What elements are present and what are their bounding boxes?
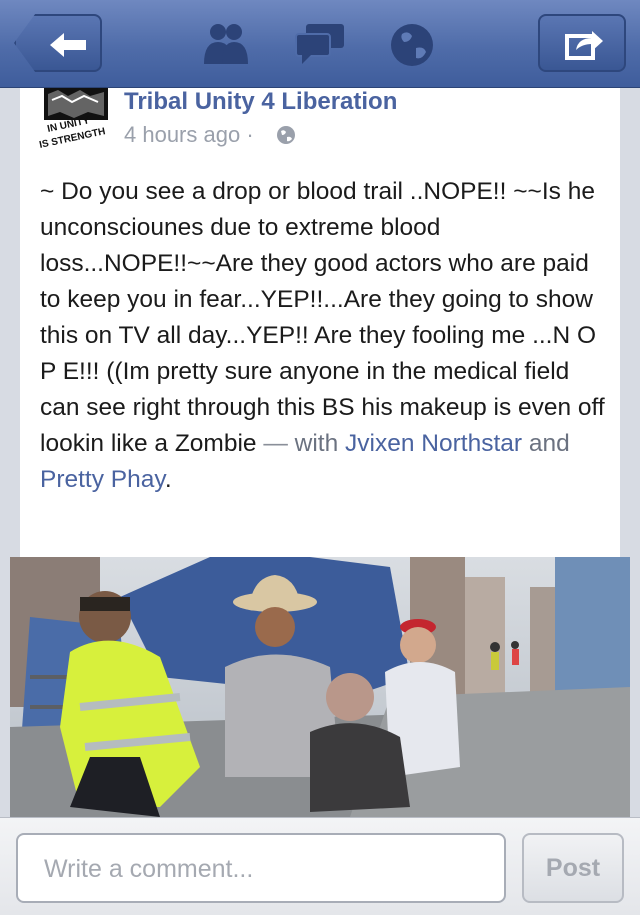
post-card: IN UNITY IS STRENGTH Tribal Unity 4 Libe… xyxy=(20,88,620,558)
tagged-user-link-2[interactable]: Pretty Phay xyxy=(40,466,165,493)
and-label: and xyxy=(528,430,570,457)
photo-illustration xyxy=(10,557,630,817)
notifications-globe-icon[interactable] xyxy=(388,22,436,68)
tagged-user-link-1[interactable]: Jvixen Northstar xyxy=(345,430,522,457)
timestamp-separator: · xyxy=(246,122,254,147)
share-icon xyxy=(565,31,603,60)
end-period: . xyxy=(164,466,172,493)
messages-icon[interactable] xyxy=(294,22,346,66)
timestamp-text: 4 hours ago xyxy=(124,122,241,147)
top-navigation-bar xyxy=(0,0,640,88)
friends-icon[interactable] xyxy=(200,22,252,66)
post-body-text: ~ Do you see a drop or blood trail ..NOP… xyxy=(40,178,605,457)
with-label: with xyxy=(294,430,339,457)
back-arrow-icon xyxy=(50,33,86,57)
with-dash: — xyxy=(263,430,288,457)
comment-input[interactable]: Write a comment... xyxy=(16,833,506,903)
post-body: ~ Do you see a drop or blood trail ..NOP… xyxy=(40,174,612,498)
comment-bar: Write a comment... Post xyxy=(0,817,640,915)
share-button[interactable] xyxy=(538,14,626,72)
back-button[interactable] xyxy=(14,14,102,72)
page-name-link[interactable]: Tribal Unity 4 Liberation xyxy=(124,88,397,116)
post-comment-button[interactable]: Post xyxy=(522,833,624,903)
post-timestamp: 4 hours ago · xyxy=(124,122,254,148)
page-avatar[interactable]: IN UNITY IS STRENGTH xyxy=(38,88,126,150)
post-photo[interactable] xyxy=(10,557,630,817)
public-globe-icon xyxy=(277,126,295,144)
